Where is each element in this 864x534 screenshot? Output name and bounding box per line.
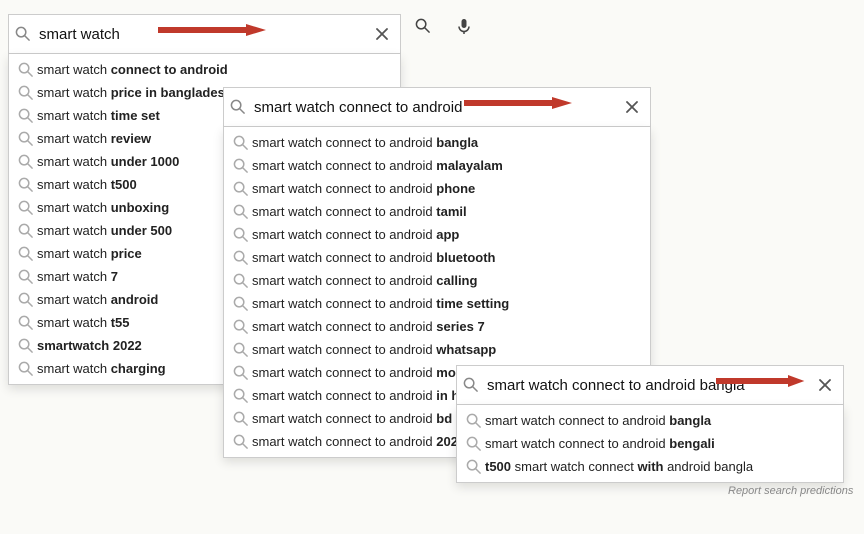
search-icon: [230, 411, 252, 427]
microphone-icon: [455, 17, 473, 35]
suggestion-text: smart watch charging: [37, 361, 166, 376]
search-icon: [15, 177, 37, 193]
search-icon: [230, 250, 252, 266]
suggestion-item[interactable]: smart watch connect to android bangla: [457, 409, 843, 432]
search-icon: [463, 413, 485, 429]
search-icon: [230, 181, 252, 197]
top-search-controls: [415, 17, 473, 35]
report-search-predictions-link[interactable]: Report search predictions: [728, 485, 853, 497]
search-bar-1[interactable]: [8, 14, 401, 54]
suggestion-text: smart watch connect to android 2022: [252, 434, 465, 449]
suggestion-item[interactable]: smart watch connect to android bluetooth: [224, 246, 650, 269]
search-icon: [15, 292, 37, 308]
suggestion-text: smart watch connect to android tamil: [252, 204, 467, 219]
close-icon: [373, 25, 391, 43]
suggestion-text: smart watch time set: [37, 108, 160, 123]
suggestion-item[interactable]: smart watch connect to android bengali: [457, 432, 843, 455]
suggestion-text: smart watch connect to android in hindi: [252, 388, 482, 403]
suggestion-item[interactable]: smart watch connect to android calling: [224, 269, 650, 292]
search-icon: [15, 108, 37, 124]
suggestion-text: smart watch 7: [37, 269, 118, 284]
search-panel-3: smart watch connect to android bangla sma…: [456, 365, 844, 483]
search-icon: [463, 459, 485, 475]
search-icon: [15, 154, 37, 170]
suggestion-text: smart watch connect to android app: [252, 227, 459, 242]
search-icon: [230, 204, 252, 220]
search-icon: [15, 223, 37, 239]
search-icon: [230, 296, 252, 312]
suggestion-text: smart watch review: [37, 131, 151, 146]
suggestion-item[interactable]: smart watch connect to android series 7: [224, 315, 650, 338]
search-icon: [457, 377, 485, 393]
close-icon: [816, 376, 834, 394]
suggestion-text: smartwatch 2022: [37, 338, 142, 353]
search-icon: [230, 365, 252, 381]
suggestion-item[interactable]: smart watch connect to android: [9, 58, 400, 81]
clear-button-1[interactable]: [364, 25, 400, 43]
search-icon: [230, 227, 252, 243]
clear-button-2[interactable]: [614, 98, 650, 116]
search-input-2[interactable]: [252, 99, 614, 116]
search-icon: [230, 158, 252, 174]
suggestion-item[interactable]: smart watch connect to android tamil: [224, 200, 650, 223]
suggestion-item[interactable]: t500 smart watch connect with android ba…: [457, 455, 843, 478]
suggestion-text: smart watch connect to android bd: [252, 411, 452, 426]
suggestion-text: smart watch connect to android time sett…: [252, 296, 509, 311]
suggestion-text: smart watch unboxing: [37, 200, 169, 215]
suggestion-text: smart watch connect to android phone: [252, 181, 475, 196]
suggestion-text: smart watch connect to android bluetooth: [252, 250, 495, 265]
search-icon: [15, 200, 37, 216]
voice-search-button[interactable]: [455, 17, 473, 35]
search-icon: [15, 62, 37, 78]
suggestion-item[interactable]: smart watch connect to android malayalam: [224, 154, 650, 177]
search-icon: [15, 85, 37, 101]
suggestion-text: smart watch connect to android: [37, 62, 228, 77]
suggestion-text: smart watch connect to android series 7: [252, 319, 485, 334]
search-icon: [15, 315, 37, 331]
search-button[interactable]: [415, 18, 431, 34]
search-icon: [9, 26, 37, 42]
suggestion-text: smart watch under 500: [37, 223, 172, 238]
search-icon: [15, 131, 37, 147]
suggestion-item[interactable]: smart watch connect to android time sett…: [224, 292, 650, 315]
search-icon: [463, 436, 485, 452]
search-icon: [230, 319, 252, 335]
search-input-1[interactable]: [37, 26, 364, 43]
suggestion-text: smart watch t500: [37, 177, 137, 192]
suggestion-text: t500 smart watch connect with android ba…: [485, 459, 753, 474]
search-icon: [230, 342, 252, 358]
suggestion-item[interactable]: smart watch connect to android whatsapp: [224, 338, 650, 361]
clear-button-3[interactable]: [807, 376, 843, 394]
search-icon: [230, 273, 252, 289]
suggestions-list-3: smart watch connect to android bangla sma…: [456, 405, 844, 483]
suggestion-text: smart watch connect to android bangla: [252, 135, 478, 150]
search-bar-2[interactable]: [223, 87, 651, 127]
suggestion-text: smart watch price in bangladesh: [37, 85, 233, 100]
suggestion-item[interactable]: smart watch connect to android app: [224, 223, 650, 246]
suggestion-text: smart watch connect to android bangla: [485, 413, 711, 428]
search-icon: [230, 434, 252, 450]
suggestion-text: smart watch under 1000: [37, 154, 179, 169]
suggestion-item[interactable]: smart watch connect to android phone: [224, 177, 650, 200]
search-bar-3[interactable]: [456, 365, 844, 405]
suggestion-text: smart watch connect to android mobile: [252, 365, 478, 380]
suggestion-text: smart watch connect to android calling: [252, 273, 477, 288]
search-icon: [224, 99, 252, 115]
search-input-3[interactable]: [485, 377, 807, 394]
search-icon: [15, 246, 37, 262]
suggestion-text: smart watch connect to android whatsapp: [252, 342, 496, 357]
search-icon: [415, 18, 431, 34]
suggestion-text: smart watch connect to android malayalam: [252, 158, 503, 173]
suggestion-item[interactable]: smart watch connect to android bangla: [224, 131, 650, 154]
suggestion-text: smart watch t55: [37, 315, 129, 330]
close-icon: [623, 98, 641, 116]
search-icon: [15, 338, 37, 354]
search-icon: [230, 135, 252, 151]
search-icon: [15, 361, 37, 377]
suggestion-text: smart watch android: [37, 292, 158, 307]
search-icon: [15, 269, 37, 285]
suggestion-text: smart watch price: [37, 246, 142, 261]
suggestion-text: smart watch connect to android bengali: [485, 436, 715, 451]
search-icon: [230, 388, 252, 404]
